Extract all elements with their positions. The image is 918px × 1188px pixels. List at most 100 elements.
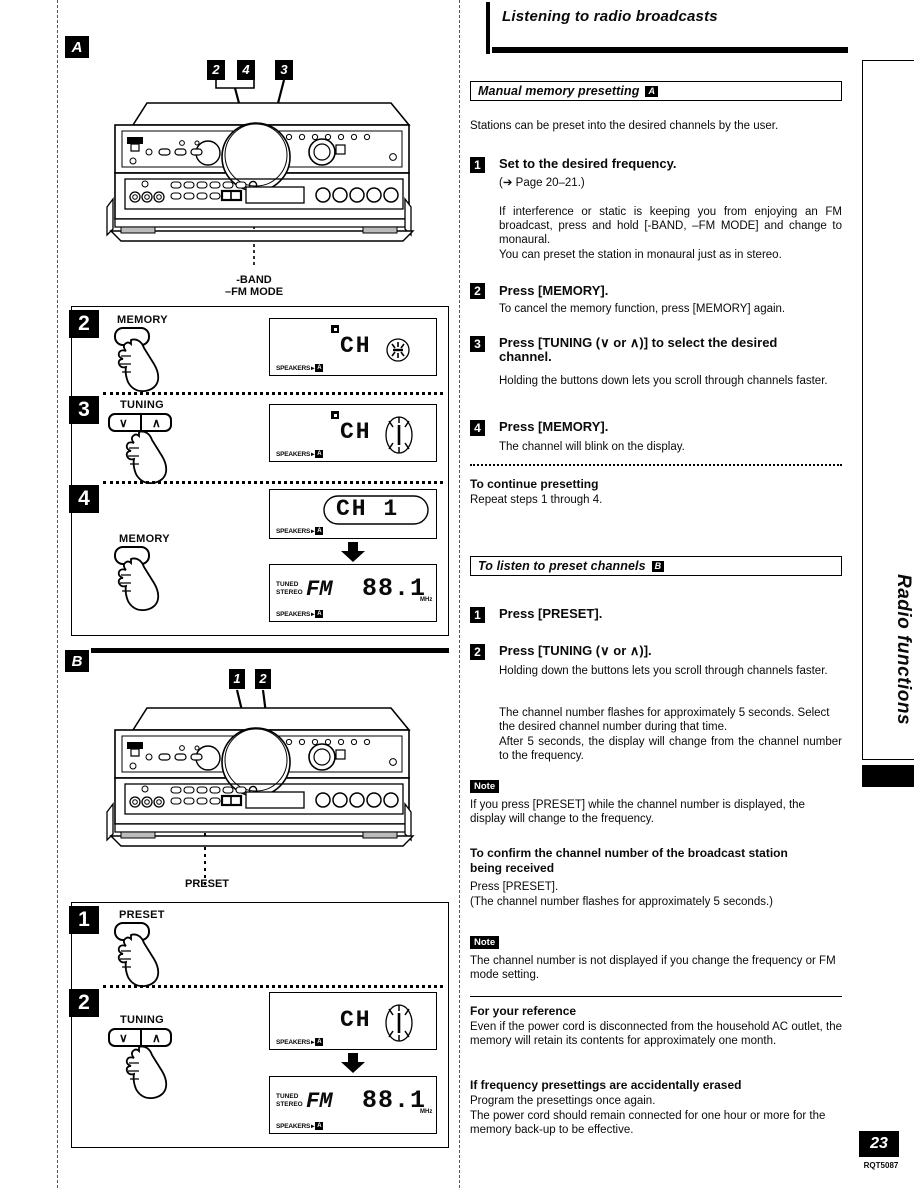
frequency-value: 88.1 xyxy=(362,574,427,603)
step-3-title: Press [TUNING (∨ or ∧)] to select the de… xyxy=(499,335,778,365)
speakers-arrow-icon: ▸ xyxy=(311,1123,315,1130)
speakers-arrow-icon: ▸ xyxy=(311,365,315,372)
instruction-column: Listening to radio broadcasts Manual mem… xyxy=(470,0,848,1188)
reference-body: Even if the power cord is disconnected f… xyxy=(470,1021,842,1048)
step-3-body: Holding the buttons down lets you scroll… xyxy=(499,375,828,387)
memory-indicator-icon xyxy=(331,325,339,333)
speakers-arrow-icon: ▸ xyxy=(311,528,315,535)
page-number: 23 xyxy=(859,1131,899,1157)
band-indicator: FM xyxy=(306,1089,333,1114)
continue-presetting-heading: To continue presetting xyxy=(470,477,599,491)
step-2-number: 2 xyxy=(470,283,485,299)
speakers-indicator: SPEAKERS ▸ A xyxy=(276,450,324,458)
preset-step-1-number: 1 xyxy=(470,607,485,623)
note-1-body: If you press [PRESET] while the channel … xyxy=(470,799,805,826)
speakers-indicator: SPEAKERS ▸ A xyxy=(276,364,324,372)
side-tab-marker xyxy=(862,765,914,787)
figure-b-step-2-display-channel: CH SPEAKERS ▸ A xyxy=(269,992,437,1050)
figure-a-step-4-display-channel: CH 1 SPEAKERS ▸ A xyxy=(269,489,437,539)
section-heading-manual-memory: Manual memory presetting A xyxy=(470,81,842,101)
speakers-indicator: SPEAKERS ▸ A xyxy=(276,610,324,618)
erased-body: Program the presettings once again. xyxy=(470,1095,656,1107)
figure-a-caption-band: -BAND xyxy=(236,274,272,286)
memory-indicator-icon xyxy=(331,411,339,419)
right-margin-rule xyxy=(459,0,460,1188)
figure-a-step-4-button-label: MEMORY xyxy=(119,533,170,545)
hand-pressing-tuning-icon-a3 xyxy=(125,430,168,485)
display-channel-text: CH xyxy=(340,1007,372,1033)
section-figure-ref-b: B xyxy=(651,561,665,572)
speakers-channel: A xyxy=(315,450,324,458)
speakers-indicator: SPEAKERS ▸ A xyxy=(276,527,324,535)
speakers-label: SPEAKERS xyxy=(276,610,311,618)
speakers-label: SPEAKERS xyxy=(276,1038,311,1046)
figure-a-step-4-tab: 4 xyxy=(69,485,99,513)
preset-step-2-number: 2 xyxy=(470,644,485,660)
confirm-channel-body-2: (The channel number flashes for approxim… xyxy=(470,896,773,908)
frequency-unit: MHz xyxy=(420,1109,433,1115)
display-channel-text: CH xyxy=(340,419,372,445)
speakers-channel: A xyxy=(315,527,324,535)
reference-divider xyxy=(470,996,842,997)
figure-a-step-3-tab: 3 xyxy=(69,396,99,424)
step-2-title: Press [MEMORY]. xyxy=(499,283,609,298)
preset-step-2-body: Holding down the buttons lets you scroll… xyxy=(499,665,828,677)
speakers-channel: A xyxy=(315,1122,324,1130)
step-1-page-ref: (➔ Page 20–21.) xyxy=(499,177,585,189)
hand-pressing-memory-icon-a2 xyxy=(114,327,160,393)
speakers-label: SPEAKERS xyxy=(276,364,311,372)
display-channel-text: CH xyxy=(340,333,372,359)
figure-a-step-2-display: CH SPEAKERS ▸ A xyxy=(269,318,437,376)
display-channel-text: CH 1 xyxy=(336,496,400,522)
step-2-body: To cancel the memory function, press [ME… xyxy=(499,303,786,315)
document-code: RQT5087 xyxy=(863,1161,899,1170)
speakers-label: SPEAKERS xyxy=(276,527,311,535)
figure-a-step-3-button-label: TUNING xyxy=(120,399,164,411)
step-1-body-2: You can preset the station in monaural j… xyxy=(499,249,782,261)
figure-a-step-2-button-label: MEMORY xyxy=(117,314,168,326)
speakers-arrow-icon: ▸ xyxy=(311,1039,315,1046)
speakers-arrow-icon: ▸ xyxy=(311,611,315,618)
figure-a-step-2-tab: 2 xyxy=(69,310,99,338)
stereo-indicator: STEREO xyxy=(276,589,303,596)
tuned-indicator: TUNED xyxy=(276,581,299,588)
figure-a-sep-2 xyxy=(103,481,443,484)
speakers-indicator: SPEAKERS ▸ A xyxy=(276,1122,324,1130)
section-heading-text: Manual memory presetting xyxy=(478,84,640,99)
note-tag-2: Note xyxy=(470,936,500,949)
figure-b-step-2-display-frequency: TUNED STEREO FM 88.1 MHz SPEAKERS ▸ A xyxy=(269,1076,437,1134)
preset-step-2-body-2: The channel number flashes for approxima… xyxy=(499,707,830,734)
erased-body-2: The power cord should remain connected f… xyxy=(470,1110,826,1137)
preset-step-2-title: Press [TUNING (∨ or ∧)]. xyxy=(499,643,652,658)
speakers-label: SPEAKERS xyxy=(276,1122,311,1130)
transition-down-arrow-icon-b xyxy=(341,1053,365,1073)
section-intro-text: Stations can be preset into the desired … xyxy=(470,120,779,132)
blinking-channel-digit-icon xyxy=(385,416,413,454)
figure-a-step-4-display-frequency: TUNED STEREO FM 88.1 MHz SPEAKERS ▸ A xyxy=(269,564,437,622)
speakers-channel: A xyxy=(315,610,324,618)
erased-heading: If frequency presettings are accidentall… xyxy=(470,1078,742,1092)
step-1-number: 1 xyxy=(470,157,485,173)
continue-presetting-body: Repeat steps 1 through 4. xyxy=(470,494,603,506)
step-3-number: 3 xyxy=(470,336,485,352)
figure-b-step-1-tab: 1 xyxy=(69,906,99,934)
speakers-channel: A xyxy=(315,364,324,372)
step-1-body: If interference or static is keeping you… xyxy=(499,206,842,247)
figure-a-sep-1 xyxy=(103,392,443,395)
tuned-indicator: TUNED xyxy=(276,1093,299,1100)
figure-b-step-2-tab: 2 xyxy=(69,989,99,1017)
section-divider-dotted xyxy=(470,464,842,466)
blinking-marker-icon xyxy=(386,338,410,362)
hand-pressing-memory-icon-a4 xyxy=(114,546,160,612)
step-4-number: 4 xyxy=(470,420,485,436)
stereo-indicator: STEREO xyxy=(276,1101,303,1108)
manual-page: A 2 4 3 -BAND –FM MODE 2 MEMORY CH SPEAK… xyxy=(0,0,918,1188)
confirm-channel-heading: To confirm the channel number of the bro… xyxy=(470,846,788,875)
step-1-title: Set to the desired frequency. xyxy=(499,156,677,171)
blinking-channel-digit-icon xyxy=(385,1004,413,1042)
illustration-column: A 2 4 3 -BAND –FM MODE 2 MEMORY CH SPEAK… xyxy=(57,0,457,1188)
note-2-body: The channel number is not displayed if y… xyxy=(470,955,836,982)
section-heading-text: To listen to preset channels xyxy=(478,559,646,574)
figure-a-step-3-display: CH SPEAKERS ▸ A xyxy=(269,404,437,462)
figure-b-sep-1 xyxy=(103,985,443,988)
